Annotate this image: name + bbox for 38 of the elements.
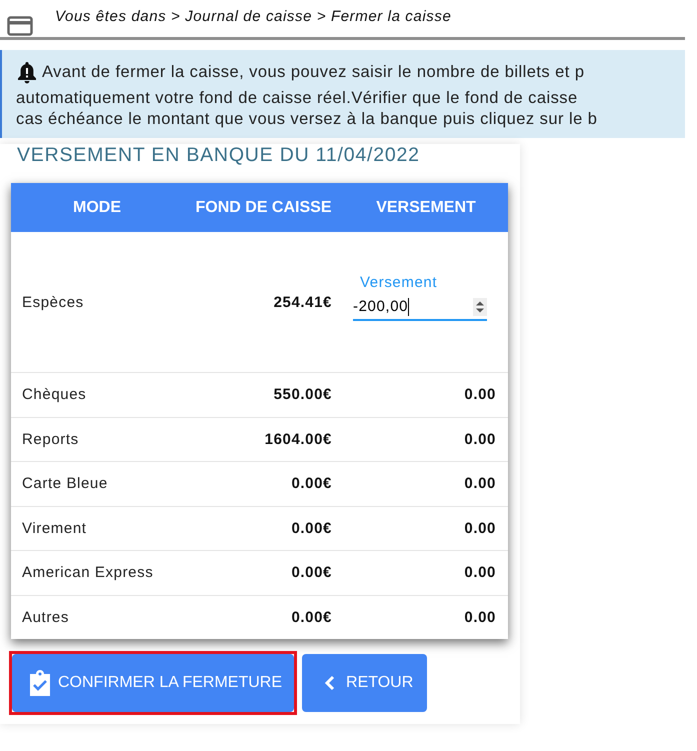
amount-field[interactable]: Versement -200,00 (353, 274, 487, 320)
chevron-left-icon (324, 675, 336, 691)
field-label: Versement (359, 274, 438, 290)
table-cell-text: 1604.00€ (264, 430, 333, 448)
spinner-icon[interactable] (473, 298, 487, 316)
notice-text: cas échéance le montant que vous versez à la banque puis cliquez sur le b (16, 109, 598, 130)
table-cell-text: Chèques (21, 386, 88, 404)
table-cell-text: 550.00€ (272, 386, 333, 404)
table-cell-text: Reports (21, 430, 80, 448)
field-value: -200,00 (353, 298, 408, 315)
clipboard-check-icon (28, 670, 52, 696)
card-icon (7, 16, 33, 36)
section-title: VERSEMENT EN BANQUE DU 11/04/2022 (16, 144, 421, 166)
column-header: MODE (72, 198, 122, 216)
column-header: VERSEMENT (375, 198, 477, 216)
table-cell-text: Autres (21, 608, 70, 626)
table-cell-text: 0.00€ (290, 564, 333, 582)
table-cell-text: Espèces (21, 294, 85, 310)
table-cell-text: 0.00 (463, 430, 497, 448)
table-cell-text: 0.00 (463, 475, 497, 492)
table-cell-text: 0.00€ (290, 475, 333, 492)
table-cell-text: Carte Bleue (21, 475, 109, 492)
table-cell-text: American Express (21, 564, 154, 582)
table-cell-text: 0.00 (463, 564, 497, 582)
table-cell-text: 0.00 (463, 608, 497, 626)
table-cell-text: 0.00€ (290, 520, 333, 537)
column-header: FOND DE CAISSE (194, 198, 332, 216)
table-cell-text: 0.00 (463, 386, 497, 404)
confirm-button[interactable]: CONFIRMER LA FERMETURE (12, 654, 294, 712)
bell-icon (16, 60, 38, 84)
breadcrumb: Vous êtes dans > Journal de caisse > Fermer la caisse (55, 8, 452, 25)
back-button[interactable]: RETOUR (302, 654, 428, 712)
notice-text: automatiquement votre fond de caisse réel.Vérifier que le fond de caisse (16, 88, 578, 109)
table-cell-text: 0.00€ (290, 608, 333, 626)
table-cell-text: 0.00 (463, 520, 497, 537)
table-cell-text: Virement (21, 520, 88, 537)
table-cell-text: 254.41€ (272, 294, 333, 310)
notice-text: Avant de fermer la caisse, vous pouvez saisir le nombre de billets et p (42, 62, 584, 82)
